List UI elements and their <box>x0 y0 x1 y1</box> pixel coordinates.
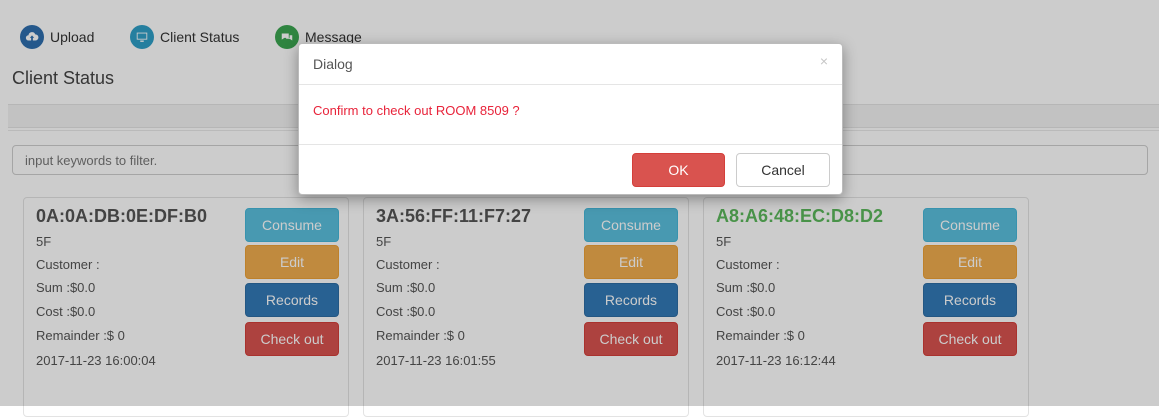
dialog-message: Confirm to check out ROOM 8509 ? <box>313 103 520 118</box>
ok-button[interactable]: OK <box>632 153 725 187</box>
confirm-dialog: Dialog × Confirm to check out ROOM 8509 … <box>298 43 843 195</box>
close-icon[interactable]: × <box>820 53 828 69</box>
cancel-button[interactable]: Cancel <box>736 153 830 187</box>
dialog-header: Dialog × <box>299 44 842 85</box>
dialog-footer: OK Cancel <box>299 145 842 195</box>
dialog-title: Dialog <box>313 56 353 72</box>
dialog-body: Confirm to check out ROOM 8509 ? <box>299 85 842 145</box>
